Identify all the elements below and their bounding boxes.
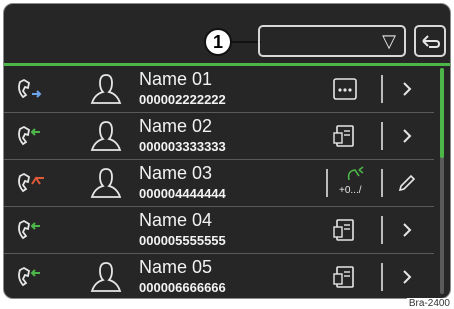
contact-name: Name 01 xyxy=(139,69,213,89)
missed-call-icon xyxy=(14,170,48,196)
phone-call-list-screen: 1 ▽ Name 01 000002222222 Name 02 0000033333… xyxy=(3,3,451,299)
row-divider xyxy=(381,216,383,244)
contact-number: 000002222222 xyxy=(139,92,226,107)
dropdown-arrow-icon: ▽ xyxy=(382,31,396,51)
chevron-right-icon[interactable] xyxy=(396,266,418,288)
row-divider xyxy=(381,263,383,291)
phonebook-button[interactable] xyxy=(332,217,358,243)
back-arrow-icon xyxy=(422,35,441,48)
contact-row[interactable]: Name 03 000004444444 +0.../ xyxy=(4,160,434,207)
phonebook-button[interactable] xyxy=(332,264,358,290)
contact-name: Name 03 xyxy=(139,163,213,183)
phonebook-button[interactable] xyxy=(332,123,358,149)
scrollbar-thumb[interactable] xyxy=(440,68,444,158)
filter-dropdown[interactable]: ▽ xyxy=(258,25,406,57)
contact-number: 000004444444 xyxy=(139,186,226,201)
contact-row[interactable]: Name 04 000005555555 xyxy=(4,207,434,254)
chevron-right-icon[interactable] xyxy=(396,219,418,241)
chevron-right-icon[interactable] xyxy=(396,78,418,100)
call-list: Name 01 000002222222 Name 02 000003333333 Na… xyxy=(4,66,434,298)
contact-row[interactable]: Name 05 000006666666 xyxy=(4,254,434,298)
contact-row[interactable]: Name 02 000003333333 xyxy=(4,113,434,160)
more-options-button[interactable] xyxy=(332,76,358,102)
callout-number: 1 xyxy=(212,31,223,52)
edit-pencil-icon[interactable] xyxy=(396,172,418,194)
contact-avatar-icon xyxy=(89,166,123,200)
callout-line xyxy=(231,41,261,43)
incoming-call-icon xyxy=(14,264,48,290)
back-button[interactable] xyxy=(414,25,446,57)
contact-number: 000006666666 xyxy=(139,280,226,295)
contact-avatar-icon xyxy=(89,72,123,106)
add-number-label: +0.../ xyxy=(339,185,362,196)
callout-marker: 1 xyxy=(204,28,232,56)
row-divider xyxy=(326,169,328,197)
contact-name: Name 02 xyxy=(139,116,213,136)
row-divider xyxy=(381,122,383,150)
chevron-right-icon[interactable] xyxy=(396,125,418,147)
incoming-call-icon xyxy=(14,123,48,149)
contact-name: Name 04 xyxy=(139,210,213,230)
contact-number: 000003333333 xyxy=(139,139,226,154)
top-bar: 1 ▽ xyxy=(4,4,450,58)
contact-avatar-icon xyxy=(89,119,123,153)
row-divider xyxy=(381,169,383,197)
contact-name: Name 05 xyxy=(139,257,213,277)
contact-row[interactable]: Name 01 000002222222 xyxy=(4,66,434,113)
contact-number: 000005555555 xyxy=(139,233,226,248)
add-number-button[interactable]: +0.../ xyxy=(337,166,377,202)
contact-avatar-icon xyxy=(89,260,123,294)
outgoing-call-icon xyxy=(14,76,48,102)
incoming-call-icon xyxy=(14,217,48,243)
figure-tag: Bra-2400 xyxy=(406,298,452,309)
row-divider xyxy=(381,75,383,103)
